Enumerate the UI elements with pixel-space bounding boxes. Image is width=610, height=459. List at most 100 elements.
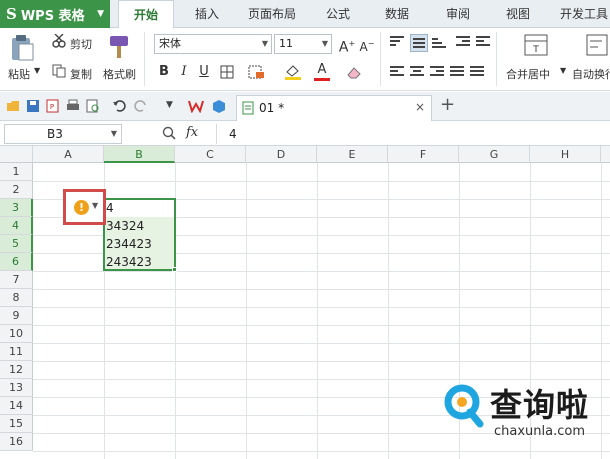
tab-view[interactable]: 视图 bbox=[494, 0, 542, 28]
tab-data[interactable]: 数据 bbox=[372, 0, 422, 28]
error-check-button[interactable]: ! ▼ bbox=[63, 189, 106, 225]
tab-page-layout[interactable]: 页面布局 bbox=[240, 0, 304, 28]
column-header[interactable]: H bbox=[530, 146, 601, 163]
row-header[interactable]: 15 bbox=[0, 415, 33, 433]
grid-line bbox=[33, 325, 610, 326]
decrease-indent-icon[interactable] bbox=[456, 36, 470, 48]
zoom-search-icon[interactable] bbox=[162, 126, 176, 140]
column-header[interactable]: E bbox=[317, 146, 388, 163]
menu-bar: S WPS 表格 ▼ 开始 插入 页面布局 公式 数据 审阅 视图 开发工具 bbox=[0, 0, 610, 29]
column-header[interactable]: C bbox=[175, 146, 246, 163]
tab-formulas[interactable]: 公式 bbox=[314, 0, 362, 28]
chevron-down-icon: ▼ bbox=[110, 129, 117, 138]
name-box[interactable]: B3 ▼ bbox=[4, 124, 122, 144]
font-size-select[interactable]: 11 ▼ bbox=[274, 34, 332, 54]
row-header[interactable]: 16 bbox=[0, 433, 33, 451]
undo-icon[interactable] bbox=[112, 99, 126, 113]
tab-review[interactable]: 审阅 bbox=[434, 0, 482, 28]
bold-icon[interactable]: B bbox=[156, 63, 172, 81]
fill-handle[interactable] bbox=[172, 267, 177, 272]
chevron-down-icon[interactable]: ▼ bbox=[34, 66, 40, 75]
cube-app-icon[interactable] bbox=[212, 99, 226, 113]
underline-icon[interactable]: U bbox=[196, 63, 212, 81]
format-painter-icon[interactable] bbox=[108, 34, 132, 60]
cut-button[interactable]: 剪切 bbox=[70, 36, 92, 52]
copy-button[interactable]: 复制 bbox=[70, 66, 92, 82]
row-header-selected[interactable]: 3 bbox=[0, 199, 33, 217]
row-header[interactable]: 11 bbox=[0, 343, 33, 361]
new-tab-icon[interactable]: + bbox=[440, 94, 455, 115]
grid-line bbox=[33, 181, 610, 182]
row-header[interactable]: 8 bbox=[0, 289, 33, 307]
align-top-icon[interactable] bbox=[390, 36, 404, 48]
merge-center-button[interactable]: 合并居中 bbox=[506, 66, 550, 82]
column-header-selected[interactable]: B bbox=[104, 146, 175, 163]
customize-toolbar-icon[interactable]: ▼ bbox=[166, 100, 173, 110]
name-box-value: B3 bbox=[47, 127, 63, 141]
font-color-icon[interactable]: A bbox=[314, 61, 330, 79]
align-left-icon[interactable] bbox=[390, 66, 404, 78]
row-header[interactable]: 7 bbox=[0, 271, 33, 289]
align-bottom-icon[interactable] bbox=[432, 38, 446, 50]
wrap-text-icon[interactable] bbox=[586, 34, 608, 56]
cell-style-icon[interactable] bbox=[248, 65, 266, 79]
column-header[interactable]: F bbox=[388, 146, 459, 163]
justify-icon[interactable] bbox=[450, 66, 464, 78]
wrap-text-button[interactable]: 自动换行 bbox=[572, 66, 610, 82]
merge-cells-icon[interactable]: T bbox=[524, 34, 548, 56]
ribbon-divider bbox=[380, 32, 381, 86]
open-folder-icon[interactable] bbox=[6, 99, 20, 113]
row-header-selected[interactable]: 6 bbox=[0, 253, 33, 271]
select-all-corner[interactable] bbox=[0, 146, 33, 163]
print-preview-icon[interactable] bbox=[86, 99, 100, 113]
paste-icon[interactable] bbox=[10, 34, 36, 62]
formula-input[interactable]: 4 bbox=[216, 124, 608, 144]
border-icon[interactable] bbox=[220, 65, 236, 79]
column-header[interactable]: A bbox=[33, 146, 104, 163]
wps-logo-icon: S bbox=[6, 5, 17, 23]
tab-home[interactable]: 开始 bbox=[118, 0, 174, 29]
row-header[interactable]: 14 bbox=[0, 397, 33, 415]
column-header[interactable]: D bbox=[246, 146, 317, 163]
print-icon[interactable] bbox=[66, 99, 80, 113]
increase-font-icon[interactable]: A+ bbox=[338, 35, 356, 56]
tab-developer[interactable]: 开发工具 bbox=[554, 0, 610, 28]
row-header-selected[interactable]: 4 bbox=[0, 217, 33, 235]
redo-icon[interactable] bbox=[134, 99, 148, 113]
row-header[interactable]: 2 bbox=[0, 181, 33, 199]
app-menu-button[interactable]: S WPS 表格 ▼ bbox=[0, 0, 110, 28]
document-tab[interactable]: 01 * × bbox=[236, 95, 432, 121]
align-center-icon[interactable] bbox=[410, 66, 424, 78]
format-painter-button[interactable]: 格式刷 bbox=[103, 66, 136, 82]
row-header[interactable]: 10 bbox=[0, 325, 33, 343]
tab-insert[interactable]: 插入 bbox=[182, 0, 232, 28]
copy-icon[interactable] bbox=[52, 64, 66, 78]
row-header[interactable]: 12 bbox=[0, 361, 33, 379]
clear-format-icon[interactable] bbox=[346, 65, 364, 79]
fill-color-icon[interactable] bbox=[284, 64, 302, 80]
row-header[interactable]: 9 bbox=[0, 307, 33, 325]
distributed-icon[interactable] bbox=[470, 66, 484, 78]
italic-icon[interactable]: I bbox=[176, 63, 192, 81]
align-middle-icon[interactable] bbox=[410, 34, 428, 52]
decrease-font-icon[interactable]: A− bbox=[358, 35, 376, 54]
row-header-selected[interactable]: 5 bbox=[0, 235, 33, 253]
row-header[interactable]: 1 bbox=[0, 163, 33, 181]
increase-indent-icon[interactable] bbox=[476, 36, 490, 48]
font-name-select[interactable]: 宋体 ▼ bbox=[154, 34, 272, 54]
align-right-icon[interactable] bbox=[430, 66, 444, 78]
svg-text:P: P bbox=[50, 103, 54, 111]
wps-w-logo-icon[interactable] bbox=[188, 99, 204, 113]
paste-button[interactable]: 粘贴 bbox=[8, 66, 30, 82]
export-pdf-icon[interactable]: P bbox=[46, 99, 60, 113]
insert-function-icon[interactable]: fx bbox=[186, 125, 198, 140]
column-header[interactable]: G bbox=[459, 146, 530, 163]
grid-line bbox=[33, 451, 610, 452]
watermark-text-en: chaxunla.com bbox=[494, 424, 585, 439]
save-icon[interactable] bbox=[26, 99, 40, 113]
row-header[interactable]: 13 bbox=[0, 379, 33, 397]
quick-access-toolbar: P ▼ 01 * × + bbox=[0, 92, 610, 121]
close-icon[interactable]: × bbox=[415, 100, 425, 114]
scissors-icon[interactable] bbox=[52, 34, 66, 48]
chevron-down-icon[interactable]: ▼ bbox=[560, 66, 566, 75]
